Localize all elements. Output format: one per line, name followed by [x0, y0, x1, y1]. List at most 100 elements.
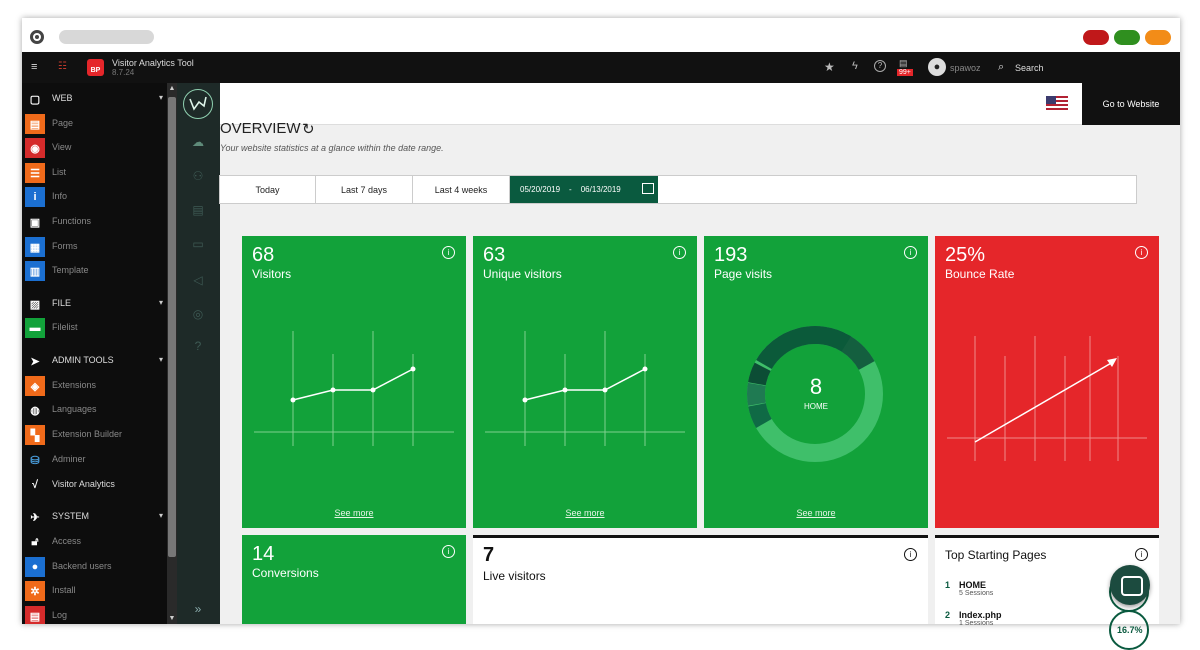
info-icon[interactable]: i [904, 548, 917, 561]
bounce-rate-value: 25% [945, 244, 986, 266]
calendar-icon[interactable] [642, 183, 654, 194]
live-visitors-value: 7 [483, 544, 495, 566]
sidebar-item-log[interactable]: ▤ Log [22, 604, 167, 624]
scroll-up-icon[interactable]: ▲ [167, 85, 177, 92]
sidebar-scrollbar[interactable]: ▲ ▼ [167, 83, 177, 624]
sidebar-item-install[interactable]: ✲ Install [22, 579, 167, 603]
visitors-label: Visitors [252, 267, 292, 281]
sidebar-item-label: Extensions [52, 380, 97, 390]
caret-down-icon: ▾ [158, 511, 163, 520]
avatar[interactable]: ● [928, 58, 946, 76]
box-icon: ◈ [25, 376, 45, 396]
caret-down-icon: ▾ [158, 355, 163, 364]
sidebar-item-forms[interactable]: ▦ Forms [22, 235, 167, 259]
info-icon[interactable]: i [673, 246, 686, 259]
analytics-icon: √ [31, 479, 39, 491]
logo-text: BP [90, 67, 101, 74]
scrollbar-thumb[interactable] [168, 97, 176, 557]
sidebar-section-admin-tools[interactable]: ➤ ADMIN TOOLS ▾ [22, 349, 167, 373]
sidebar-item-visitor-analytics[interactable]: √ Visitor Analytics [22, 473, 167, 497]
sidebar-item-info[interactable]: i Info [22, 185, 167, 209]
close-window-button[interactable] [1083, 30, 1109, 45]
sidebar-section-web[interactable]: ▢ WEB ▾ [22, 87, 167, 111]
sidebar-item-label: Filelist [52, 322, 78, 332]
expand-icon[interactable]: » [190, 602, 206, 616]
sidebar-section-file[interactable]: ▨ FILE ▾ [22, 292, 167, 316]
sidebar: ▢ WEB ▾ ▤ Page ◉ View ☰ List i Info ▣ Functio… [22, 83, 177, 624]
sidebar-item-template[interactable]: ▥ Template [22, 259, 167, 283]
target-icon[interactable]: ◎ [190, 307, 206, 321]
sidebar-item-label: Info [52, 191, 68, 201]
notifications-icon[interactable]: ▤ [899, 58, 908, 69]
chat-button[interactable] [1110, 565, 1150, 605]
question-icon[interactable]: ? [190, 339, 206, 353]
sidebar-item-extensions[interactable]: ◈ Extensions [22, 374, 167, 398]
minimize-window-button[interactable] [1145, 30, 1171, 45]
unique-visitors-card: 63 Unique visitors i See more [473, 236, 697, 528]
address-bar[interactable] [59, 30, 154, 44]
visitors-see-more-link[interactable]: See more [242, 508, 466, 518]
date-range-picker[interactable]: 05/20/2019 - 06/13/2019 [510, 176, 658, 203]
screen-icon[interactable]: ▭ [190, 237, 206, 251]
unique-visitors-see-more-link[interactable]: See more [473, 508, 697, 518]
sidebar-item-list[interactable]: ☰ List [22, 161, 167, 185]
last-4-weeks-button[interactable]: Last 4 weeks [413, 176, 510, 203]
hamburger-icon[interactable]: ≡ [31, 61, 37, 73]
last-7-days-button[interactable]: Last 7 days [316, 176, 413, 203]
today-button[interactable]: Today [220, 176, 316, 203]
caret-down-icon: ▾ [158, 93, 163, 102]
sidebar-section-system[interactable]: ✈ SYSTEM ▾ [22, 505, 167, 529]
refresh-icon[interactable]: ↻ [302, 120, 315, 138]
template-icon: ▥ [25, 261, 45, 281]
sidebar-item-functions[interactable]: ▣ Functions [22, 210, 167, 234]
sidebar-item-extension-builder[interactable]: ▚ Extension Builder [22, 423, 167, 447]
blocks-icon: ▚ [25, 425, 45, 445]
info-icon[interactable]: i [442, 545, 455, 558]
cloud-icon[interactable]: ☁ [190, 135, 206, 149]
help-icon[interactable]: ? [874, 60, 886, 72]
sidebar-item-page[interactable]: ▤ Page [22, 112, 167, 136]
sidebar-section-label: SYSTEM [52, 511, 90, 521]
top-bar: ≡ ☷ BP Visitor Analytics Tool 8.7.24 ★ ϟ… [22, 52, 1180, 83]
conversions-label: Conversions [252, 566, 319, 580]
page-visits-see-more-link[interactable]: See more [704, 508, 928, 518]
analytics-logo-icon[interactable] [183, 89, 213, 119]
conversions-card: 14 Conversions i [242, 535, 466, 624]
us-flag-icon[interactable] [1046, 96, 1068, 111]
form-icon: ▦ [25, 237, 45, 257]
donut-center-label: HOME [804, 402, 828, 411]
sidebar-item-label: View [52, 142, 72, 152]
scroll-down-icon[interactable]: ▼ [167, 615, 177, 622]
page-title: OVERVIEW [220, 120, 301, 137]
sidebar-item-label: Install [52, 585, 76, 595]
go-to-website-button[interactable]: Go to Website [1082, 83, 1180, 125]
users-icon[interactable]: ⚇ [190, 169, 206, 183]
sidebar-item-label: Template [52, 265, 89, 275]
megaphone-icon[interactable]: ◁ [190, 273, 206, 287]
sidebar-item-backend-users[interactable]: ● Backend users [22, 555, 167, 579]
app-title: Visitor Analytics Tool [112, 58, 194, 68]
sidebar-item-adminer[interactable]: ⛁ Adminer [22, 448, 167, 472]
sidebar-item-filelist[interactable]: ▬ Filelist [22, 316, 167, 340]
visitors-card: 68 Visitors i See more [242, 236, 466, 528]
search-icon[interactable]: ⌕ [998, 61, 1004, 74]
info-icon[interactable]: i [442, 246, 455, 259]
username[interactable]: spawoz [950, 63, 981, 73]
search-button[interactable]: Search [1015, 63, 1044, 73]
list-icon[interactable]: ☷ [58, 61, 67, 72]
live-visitors-card: 7 Live visitors i [473, 535, 928, 624]
sidebar-item-access[interactable]: 🔓︎ Access [22, 530, 167, 554]
sidebar-item-view[interactable]: ◉ View [22, 136, 167, 160]
info-icon[interactable]: i [1135, 548, 1148, 561]
info-icon: i [25, 187, 45, 207]
page-visits-card: 193 Page visits i 8 HOME See more [704, 236, 928, 528]
info-icon[interactable]: i [1135, 246, 1148, 259]
sidebar-item-languages[interactable]: ◍ Languages [22, 398, 167, 422]
star-icon[interactable]: ★ [824, 60, 835, 74]
info-icon[interactable]: i [904, 246, 917, 259]
browser-menu-icon[interactable] [30, 30, 44, 44]
pages-icon[interactable]: ▤ [190, 203, 206, 217]
maximize-window-button[interactable] [1114, 30, 1140, 45]
conversions-value: 14 [252, 543, 275, 565]
bolt-icon[interactable]: ϟ [852, 60, 858, 72]
